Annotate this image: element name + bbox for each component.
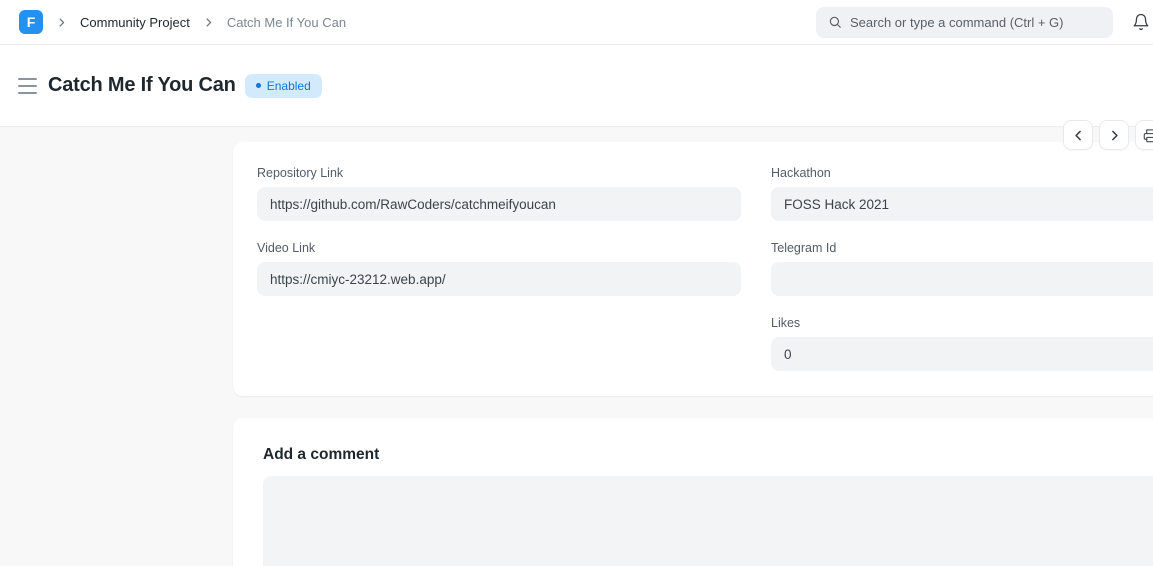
chevron-right-icon [203,17,214,28]
navbar-actions [816,7,1152,38]
field-telegram-id: Telegram Id [771,241,1153,296]
chevron-left-icon [1072,129,1085,142]
frappe-logo[interactable]: F [19,10,43,34]
comment-card: Add a comment [233,418,1153,566]
prev-document-button[interactable] [1063,120,1093,150]
chevron-right-icon [1108,129,1121,142]
comment-heading: Add a comment [263,446,1153,464]
status-badge-label: Enabled [267,79,311,93]
breadcrumb-current: Catch Me If You Can [227,15,346,30]
hackathon-input[interactable] [771,187,1153,221]
field-likes: Likes [771,316,1153,371]
telegram-id-input[interactable] [771,262,1153,296]
next-document-button[interactable] [1099,120,1129,150]
likes-input[interactable] [771,337,1153,371]
printer-icon [1143,128,1153,143]
field-label: Hackathon [771,166,1153,181]
form-column-right: Hackathon Telegram Id Likes [771,166,1153,371]
form-card: Repository Link Video Link Hackathon Tel… [233,142,1153,396]
comment-input[interactable] [263,476,1153,566]
field-video-link: Video Link [257,241,741,296]
breadcrumb-item-community-project[interactable]: Community Project [80,15,190,30]
status-badge: Enabled [245,74,322,98]
field-label: Video Link [257,241,741,256]
global-search[interactable] [816,7,1113,38]
notifications-button[interactable] [1130,11,1152,33]
print-button[interactable] [1135,120,1153,150]
chevron-right-icon [56,17,67,28]
form-page-body: Repository Link Video Link Hackathon Tel… [0,127,1153,566]
page-title: Catch Me If You Can [48,74,236,97]
document-nav-actions [1063,120,1153,150]
field-hackathon: Hackathon [771,166,1153,221]
video-link-input[interactable] [257,262,741,296]
repository-link-input[interactable] [257,187,741,221]
notifications-bell-icon [1132,13,1150,31]
field-label: Repository Link [257,166,741,181]
status-dot-icon [256,83,261,88]
top-navbar: F Community Project Catch Me If You Can [0,0,1153,45]
field-repository-link: Repository Link [257,166,741,221]
search-icon [828,15,842,29]
field-label: Likes [771,316,1153,331]
hamburger-menu-icon[interactable] [18,76,37,96]
form-column-left: Repository Link Video Link [257,166,741,371]
page-header: Catch Me If You Can Enabled [0,45,1153,127]
breadcrumb: F Community Project Catch Me If You Can [19,10,346,34]
field-label: Telegram Id [771,241,1153,256]
search-input[interactable] [850,15,1101,30]
